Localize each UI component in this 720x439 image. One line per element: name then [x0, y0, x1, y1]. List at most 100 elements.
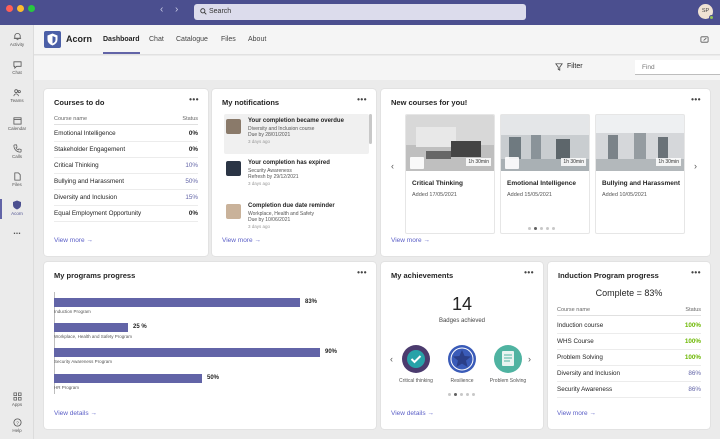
carousel-dot[interactable] — [546, 227, 549, 230]
tab-dashboard[interactable]: Dashboard — [103, 36, 140, 54]
course-name: Critical Thinking — [54, 162, 99, 169]
popout-icon[interactable] — [700, 35, 709, 44]
table-row[interactable]: Critical Thinking 10% — [54, 158, 198, 174]
chat-icon — [12, 61, 22, 69]
table-row[interactable]: Diversity and Inclusion 15% — [54, 190, 198, 206]
notification-thumbnail — [226, 161, 241, 176]
carousel-dot[interactable] — [540, 227, 543, 230]
star-badge-icon[interactable] — [447, 344, 477, 374]
scrollbar[interactable] — [369, 114, 372, 144]
column-header: Status — [182, 116, 198, 122]
carousel-dot[interactable] — [466, 393, 469, 396]
view-more-link[interactable]: View more → — [557, 410, 596, 417]
carousel-dot[interactable] — [552, 227, 555, 230]
carousel-dot[interactable] — [454, 393, 457, 396]
notification-date: Refresh by 29/12/2021 — [248, 174, 299, 180]
check-badge-icon[interactable] — [401, 344, 431, 374]
notification-item[interactable]: Completion due date reminder Workplace, … — [224, 199, 369, 239]
carousel-prev-icon[interactable]: ‹ — [391, 161, 394, 171]
rail-item-calls[interactable]: Calls — [0, 140, 34, 166]
rail-item-help[interactable]: ? Help — [0, 414, 34, 439]
view-details-link[interactable]: View details → — [54, 410, 97, 417]
carousel-dot[interactable] — [528, 227, 531, 230]
carousel-next-icon[interactable]: › — [694, 161, 697, 171]
table-row[interactable]: Emotional Intelligence 0% — [54, 126, 198, 142]
rail-item-files[interactable]: Files — [0, 168, 34, 194]
find-placeholder: Find — [642, 64, 655, 71]
arrow-right-icon: → — [427, 410, 434, 417]
app-rail: Activity Chat Teams Calendar Calls Files… — [0, 25, 34, 439]
course-status: 86% — [688, 386, 701, 393]
program-progress-bar[interactable]: 25 % — [54, 323, 350, 332]
table-row[interactable]: Equal Employment Opportunity 0% — [54, 206, 198, 222]
table-row[interactable]: Stakeholder Engagement 0% — [54, 142, 198, 158]
course-name: Induction course — [557, 322, 604, 329]
completion-summary: Complete = 83% — [595, 288, 663, 298]
carousel-dot[interactable] — [448, 393, 451, 396]
tab-catalogue[interactable]: Catalogue — [176, 36, 208, 43]
more-options-icon[interactable]: ••• — [691, 95, 701, 104]
teams-icon — [12, 89, 21, 97]
carousel-dot[interactable] — [534, 227, 537, 230]
find-input[interactable]: Find — [635, 60, 720, 75]
course-card[interactable]: 1h 30min Bullying and Harassment Added 1… — [595, 114, 685, 234]
notification-item[interactable]: Your completion has expired Security Awa… — [224, 156, 369, 196]
view-details-link[interactable]: View details → — [391, 410, 434, 417]
courses-to-do-card: Courses to do ••• Course name Status Emo… — [44, 89, 208, 256]
program-progress-bar[interactable]: 83% — [54, 298, 350, 307]
maximize-window-button[interactable] — [28, 5, 35, 12]
rail-item-chat[interactable]: Chat — [0, 56, 34, 82]
course-added-date: Added 15/05/2021 — [507, 192, 552, 198]
bell-icon — [13, 33, 21, 41]
apps-icon — [13, 392, 21, 401]
course-card[interactable]: 1h 30min Emotional Intelligence Added 15… — [500, 114, 590, 234]
program-progress-bar[interactable]: 50% — [54, 374, 350, 383]
more-options-icon[interactable]: ••• — [357, 268, 367, 277]
more-options-icon[interactable]: ••• — [189, 95, 199, 104]
view-more-link[interactable]: View more → — [54, 237, 93, 244]
rail-item-calendar[interactable]: Calendar — [0, 112, 34, 138]
rail-item-teams[interactable]: Teams — [0, 84, 34, 110]
carousel-dot[interactable] — [472, 393, 475, 396]
rail-item-acorn[interactable]: Acorn — [0, 196, 34, 222]
table-row[interactable]: Bullying and Harassment 50% — [54, 174, 198, 190]
course-status: 100% — [684, 322, 701, 329]
badges-count: 14 — [451, 294, 473, 314]
program-name: Induction Program — [54, 309, 91, 314]
tab-files[interactable]: Files — [221, 36, 236, 43]
table-row[interactable]: Induction course 100% — [557, 318, 701, 334]
table-row[interactable]: Security Awareness 86% — [557, 382, 701, 398]
more-options-icon[interactable]: ••• — [357, 95, 367, 104]
carousel-next-icon[interactable]: › — [528, 354, 531, 364]
tab-about[interactable]: About — [248, 36, 266, 43]
view-more-link[interactable]: View more → — [222, 237, 261, 244]
table-row[interactable]: WHS Course 100% — [557, 334, 701, 350]
close-window-button[interactable] — [6, 5, 13, 12]
table-row[interactable]: Diversity and Inclusion 86% — [557, 366, 701, 382]
rail-item-activity[interactable]: Activity — [0, 28, 34, 54]
course-card[interactable]: 1h 30min Critical Thinking Added 17/05/2… — [405, 114, 495, 234]
tab-chat[interactable]: Chat — [149, 36, 164, 43]
table-row[interactable]: Problem Solving 100% — [557, 350, 701, 366]
notification-item[interactable]: Your completion became overdue Diversity… — [224, 114, 369, 154]
carousel-prev-icon[interactable]: ‹ — [390, 354, 393, 364]
carousel-dot[interactable] — [460, 393, 463, 396]
program-progress-bar[interactable]: 90% — [54, 348, 350, 357]
badges-count-label: Badges achieved — [438, 318, 486, 324]
course-name: Stakeholder Engagement — [54, 146, 126, 153]
notification-age: 3 days ago — [248, 139, 271, 144]
more-options-icon[interactable]: ••• — [691, 268, 701, 277]
column-header: Course name — [557, 307, 591, 313]
view-more-link[interactable]: View more → — [391, 237, 430, 244]
rail-item-more[interactable]: ... — [0, 224, 34, 250]
rail-item-apps[interactable]: Apps — [0, 388, 34, 414]
minimize-window-button[interactable] — [17, 5, 24, 12]
more-icon: ... — [13, 226, 21, 236]
search-input[interactable]: Search — [194, 4, 526, 20]
course-name: Diversity and Inclusion — [54, 194, 117, 201]
forward-arrow-icon[interactable]: › — [175, 5, 178, 15]
back-arrow-icon[interactable]: ‹ — [160, 5, 163, 15]
document-badge-icon[interactable] — [493, 344, 523, 374]
more-options-icon[interactable]: ••• — [524, 268, 534, 277]
filter-button[interactable]: Filter — [555, 63, 583, 71]
